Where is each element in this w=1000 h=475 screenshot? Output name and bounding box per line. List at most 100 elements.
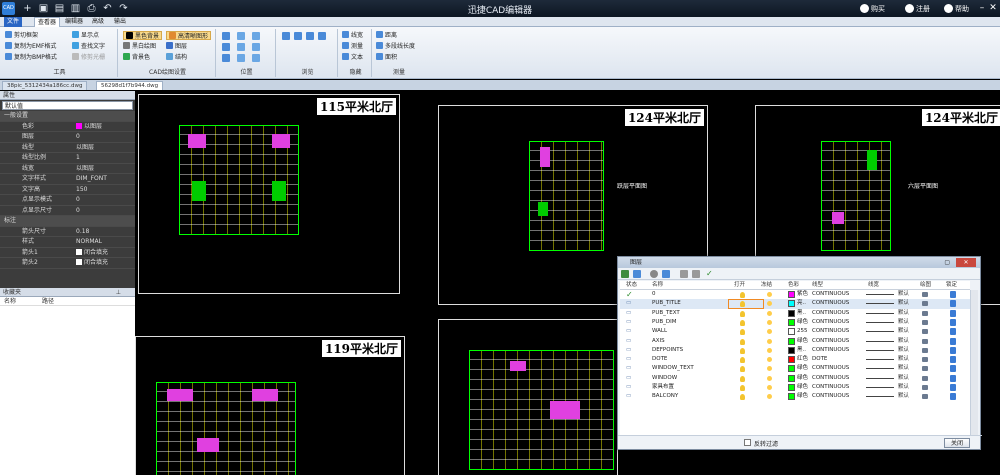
- layer-lineweight[interactable]: 默认: [898, 364, 909, 373]
- arrow-right-icon[interactable]: [294, 32, 302, 40]
- col-color[interactable]: 色彩: [788, 281, 799, 290]
- layer-lineweight[interactable]: 默认: [898, 355, 909, 364]
- layer-linetype[interactable]: CONTINUOUS: [812, 309, 849, 318]
- structure-button[interactable]: 结构: [166, 53, 187, 62]
- bulb-icon[interactable]: [740, 394, 745, 401]
- layer-linetype[interactable]: CONTINUOUS: [812, 290, 849, 299]
- layer-name[interactable]: WINDOW_TEXT: [652, 364, 694, 373]
- show-points-button[interactable]: 显示点: [72, 31, 99, 40]
- lock-icon[interactable]: [950, 365, 956, 373]
- tab-document-2[interactable]: 56298d1f7b944.dwg: [96, 81, 164, 90]
- clip-frame-button[interactable]: 剪切框架: [5, 31, 38, 40]
- prop-row[interactable]: 点显示尺寸 0: [0, 206, 135, 216]
- fit-icon[interactable]: [252, 54, 260, 62]
- color-swatch[interactable]: [788, 309, 795, 317]
- printer-icon[interactable]: [922, 310, 928, 316]
- prop-row[interactable]: 文字样式 DIM_FONT: [0, 174, 135, 185]
- copy-bmp-button[interactable]: 复制为BMP格式: [5, 53, 57, 62]
- copy-emf-button[interactable]: 复制为EMF格式: [5, 42, 56, 51]
- layer-scrollbar[interactable]: [970, 290, 978, 435]
- hd-graphics-button[interactable]: 高清晰图形: [166, 31, 212, 40]
- area-button[interactable]: 面积: [376, 53, 397, 62]
- color-swatch[interactable]: [788, 393, 795, 401]
- favorites-path-column[interactable]: 路径: [42, 297, 54, 306]
- sun-icon[interactable]: [767, 338, 772, 344]
- zoom-window-icon[interactable]: [222, 32, 230, 40]
- layer-row[interactable]: ▭ DOTE 红色 DOTE 默认: [620, 355, 970, 364]
- rotate-icon[interactable]: [252, 32, 260, 40]
- section-general[interactable]: 一般设置: [0, 111, 135, 122]
- sun-icon[interactable]: [767, 385, 772, 390]
- menu-advanced[interactable]: 高级: [89, 17, 107, 27]
- prop-row[interactable]: 文字高 150: [0, 185, 135, 195]
- pan-icon[interactable]: [222, 54, 230, 62]
- bulb-icon[interactable]: [740, 292, 745, 298]
- color-swatch[interactable]: [788, 291, 795, 298]
- lock-icon[interactable]: [950, 328, 956, 336]
- drawing-frame[interactable]: 119平米北厅: [135, 336, 405, 475]
- col-name[interactable]: 名称: [652, 281, 663, 290]
- bw-drawing-button[interactable]: 黑白绘图: [123, 42, 156, 51]
- zoom-icon[interactable]: [237, 54, 245, 62]
- close-button[interactable]: 关闭: [944, 438, 970, 448]
- color-swatch[interactable]: [788, 356, 795, 364]
- layer-name[interactable]: DOTE: [652, 355, 667, 364]
- bulb-icon[interactable]: [740, 329, 745, 336]
- prop-row[interactable]: 线宽 以图层: [0, 164, 135, 174]
- prop-row[interactable]: 箭头尺寸 0.18: [0, 227, 135, 237]
- layer-name[interactable]: BALCONY: [652, 392, 678, 401]
- color-swatch[interactable]: [788, 328, 795, 336]
- layer-row[interactable]: ▭ WINDOW_TEXT 绿色 CONTINUOUS 默认: [620, 364, 970, 373]
- layer-name[interactable]: 家具布置: [652, 383, 674, 392]
- layer-state-icon[interactable]: [633, 270, 641, 278]
- layer-lineweight[interactable]: 默认: [898, 318, 909, 327]
- sun-icon[interactable]: [767, 292, 772, 297]
- prop-row[interactable]: 线型 以图层: [0, 143, 135, 153]
- prop-row[interactable]: 点显示模式 0: [0, 195, 135, 206]
- view-icon[interactable]: [318, 32, 326, 40]
- prop-row[interactable]: 图层 0: [0, 132, 135, 143]
- prop-row[interactable]: 箭头2 闭合填充: [0, 258, 135, 269]
- printer-icon[interactable]: [922, 347, 928, 353]
- layer-linetype[interactable]: CONTINUOUS: [812, 318, 849, 327]
- printer-icon[interactable]: [922, 329, 928, 335]
- menu-editor[interactable]: 编辑器: [62, 17, 86, 27]
- layer-linetype[interactable]: DOTE: [812, 355, 827, 364]
- menu-output[interactable]: 输出: [111, 17, 129, 27]
- col-linetype[interactable]: 线型: [812, 281, 823, 290]
- lineweight-toggle[interactable]: 线宽: [342, 31, 363, 40]
- col-status[interactable]: 状态: [626, 281, 637, 290]
- zoom-out-icon[interactable]: [237, 43, 245, 51]
- layer-lineweight[interactable]: 默认: [898, 337, 909, 346]
- arrow-left-icon[interactable]: [282, 32, 290, 40]
- layer-lineweight[interactable]: 默认: [898, 383, 909, 392]
- zoom-extents-icon[interactable]: [222, 43, 230, 51]
- layer-linetype[interactable]: CONTINUOUS: [812, 364, 849, 373]
- section-dimension[interactable]: 标注: [0, 216, 135, 227]
- menu-viewer[interactable]: 查看器: [34, 17, 61, 27]
- sun-icon[interactable]: [767, 310, 772, 316]
- favorites-name-column[interactable]: 名称: [4, 297, 16, 306]
- bulb-icon[interactable]: [740, 347, 745, 354]
- sun-icon[interactable]: [767, 366, 772, 372]
- reverse-filter-checkbox[interactable]: [744, 439, 751, 446]
- printer-icon[interactable]: [922, 338, 928, 344]
- layer-row[interactable]: ▭ 家具布置 绿色 CONTINUOUS 默认: [620, 383, 970, 392]
- sun-icon[interactable]: [767, 319, 772, 325]
- zoom-in-icon[interactable]: [237, 32, 245, 40]
- layer-linetype[interactable]: CONTINUOUS: [812, 346, 849, 355]
- bulb-icon[interactable]: [740, 319, 745, 326]
- polyline-length-button[interactable]: 多段线长度: [376, 42, 415, 51]
- tab-document-1[interactable]: 38pic_5312434a186cc.dwg: [2, 81, 88, 90]
- drawing-frame[interactable]: 115平米北厅: [138, 94, 400, 294]
- layer-settings-icon[interactable]: [662, 270, 670, 278]
- printer-icon[interactable]: [922, 394, 928, 400]
- sun-icon[interactable]: [767, 375, 772, 381]
- color-swatch[interactable]: [788, 384, 795, 391]
- layer-row[interactable]: ▭ PUB_DIM 绿色 CONTINUOUS 默认: [620, 318, 970, 327]
- find-text-button[interactable]: 查找文字: [72, 42, 105, 51]
- layer-lineweight[interactable]: 默认: [898, 374, 909, 383]
- layer-row[interactable]: ▭ BALCONY 绿色 CONTINUOUS 默认: [620, 392, 970, 401]
- layer-linetype[interactable]: CONTINUOUS: [812, 299, 849, 308]
- refresh-icon[interactable]: [306, 32, 314, 40]
